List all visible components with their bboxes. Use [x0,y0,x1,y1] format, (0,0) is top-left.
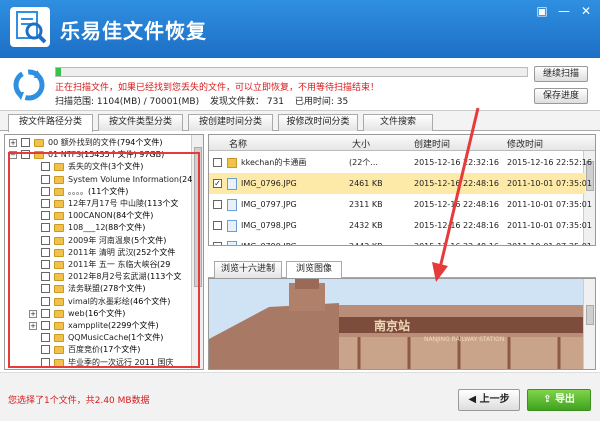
file-size: 2461 KB [349,179,383,188]
export-button[interactable]: ⇪ 导出 [527,389,591,411]
col-name[interactable]: 名称 [229,137,247,150]
scan-range: 扫描范围: 1104(MB) / 70001(MB) [55,97,200,107]
restore-icon[interactable]: ▣ [534,4,550,18]
tab-by-path[interactable]: 按文件路径分类 [8,114,93,132]
tab-hex-view[interactable]: 浏览十六进制 [214,261,282,278]
footer-bar: 您选择了1个文件，共2.40 MB数据 ◀ 上一步 ⇪ 导出 [0,372,600,421]
file-row-checkbox[interactable] [213,221,222,230]
col-modified[interactable]: 修改时间 [507,137,543,150]
continue-scan-button[interactable]: 继续扫描 [534,66,588,82]
station-photo: 南京站 NANJING RAILWAY STATION [209,279,585,369]
tab-by-type[interactable]: 按文件类型分类 [98,114,183,131]
file-name: IMG_0797.JPG [241,200,297,209]
file-size: 2311 KB [349,200,383,209]
tree-item-count: (794个文件) [117,138,163,147]
station-subtitle: NANJING RAILWAY STATION [424,336,504,343]
save-progress-button[interactable]: 保存进度 [534,88,588,104]
file-name: IMG_0799.JPG [241,236,297,245]
file-name: IMG_0798.JPG [241,221,297,230]
file-modified: 2011-10-01 07:35:01 [507,221,592,230]
file-size: (22个... [349,158,378,167]
image-preview: 南京站 NANJING RAILWAY STATION [208,278,596,370]
file-row-checkbox[interactable] [213,242,222,245]
file-modified: 2011-10-01 07:35:01 [507,236,592,245]
export-icon: ⇪ [543,394,555,405]
close-icon[interactable]: ✕ [578,4,594,18]
arrow-left-icon: ◀ [468,394,480,405]
image-file-icon [227,178,237,190]
tree-item-checkbox[interactable] [21,138,30,147]
file-row-checkbox[interactable]: ✓ [213,179,222,188]
folder-icon [34,139,44,147]
file-name: kkechan的卡通画 [241,158,307,167]
scan-stats: 扫描范围: 1104(MB) / 70001(MB) 发现文件数： 731 已用… [55,94,356,107]
file-size: 2432 KB [349,221,383,230]
file-modified: 2011-10-01 07:35:01 [507,179,592,188]
tab-by-modified[interactable]: 按修改时间分类 [278,114,358,131]
file-list-header: 名称 大小 创建时间 修改时间 [209,135,595,151]
image-file-icon [227,220,237,232]
file-created: 2015-12-16 22:48:16 [414,221,499,230]
file-row-checkbox[interactable] [213,200,222,209]
scan-progress-fill [56,68,61,76]
app-logo-icon [10,7,50,47]
expand-icon[interactable]: + [9,139,17,147]
file-created: 2015-12-16 22:48:16 [414,236,499,245]
app-title: 乐易佳文件恢复 [60,19,207,43]
image-file-icon [227,241,237,245]
station-sign: 南京站 [374,318,410,333]
minimize-icon[interactable]: — [556,4,572,18]
file-list: 名称 大小 创建时间 修改时间 kkechan的卡通画 (22个... 2015-1… [208,134,596,246]
file-created: 2015-12-16 22:48:16 [414,200,499,209]
file-created: 2015-12-16 22:32:16 [414,158,499,167]
category-tabs: 按文件路径分类 按文件类型分类 按创建时间分类 按修改时间分类 文件搜索 [0,111,600,132]
file-row[interactable]: ✓ IMG_0796.JPG 2461 KB 2015-12-16 22:48:16 2… [209,173,592,194]
image-file-icon [227,199,237,211]
annotation-highlight-box [8,152,200,368]
file-row[interactable]: kkechan的卡通画 (22个... 2015-12-16 22:32:16 201… [209,152,592,173]
preview-tabs: 浏览十六进制 浏览图像 [208,258,596,278]
file-created: 2015-12-16 22:48:16 [414,179,499,188]
elapsed-time: 已用时间: 35 [294,97,349,107]
file-modified: 2011-10-01 07:35:01 [507,200,592,209]
file-modified: 2015-12-16 22:52:16 [507,158,592,167]
scan-progress-bar [55,67,528,77]
tab-by-created[interactable]: 按创建时间分类 [188,114,273,131]
previous-step-button[interactable]: ◀ 上一步 [458,389,520,411]
tree-item[interactable]: +00 额外找到的文件 (794个文件) [5,137,189,149]
file-name: IMG_0796.JPG [241,179,297,188]
folder-icon [227,158,237,168]
tab-image-view[interactable]: 浏览图像 [286,261,342,278]
file-row-checkbox[interactable] [213,158,222,167]
col-size[interactable]: 大小 [352,137,370,150]
file-row[interactable]: IMG_0797.JPG 2311 KB 2015-12-16 22:48:16 20… [209,194,592,215]
files-found: 发现文件数： 731 [209,97,285,107]
col-created[interactable]: 创建时间 [414,137,450,150]
refresh-icon [10,66,48,104]
file-row[interactable]: IMG_0799.JPG 2442 KB 2015-12-16 22:48:16 20… [209,236,592,245]
file-size: 2442 KB [349,236,383,245]
selection-status: 您选择了1个文件，共2.40 MB数据 [8,396,150,406]
tree-item-label: 00 额外找到的文件 [48,138,117,147]
title-bar: 乐易佳文件恢复 ▣ — ✕ [0,0,600,58]
scan-panel: 正在扫描文件，如果已经找到您丢失的文件，可以立即恢复，不用等待扫描结束！ 扫描范… [0,58,600,111]
preview-scrollbar[interactable] [583,279,595,369]
file-row[interactable]: IMG_0798.JPG 2432 KB 2015-12-16 22:48:16 20… [209,215,592,236]
scan-message: 正在扫描文件，如果已经找到您丢失的文件，可以立即恢复，不用等待扫描结束！ [55,83,380,93]
tab-file-search[interactable]: 文件搜索 [363,114,433,131]
